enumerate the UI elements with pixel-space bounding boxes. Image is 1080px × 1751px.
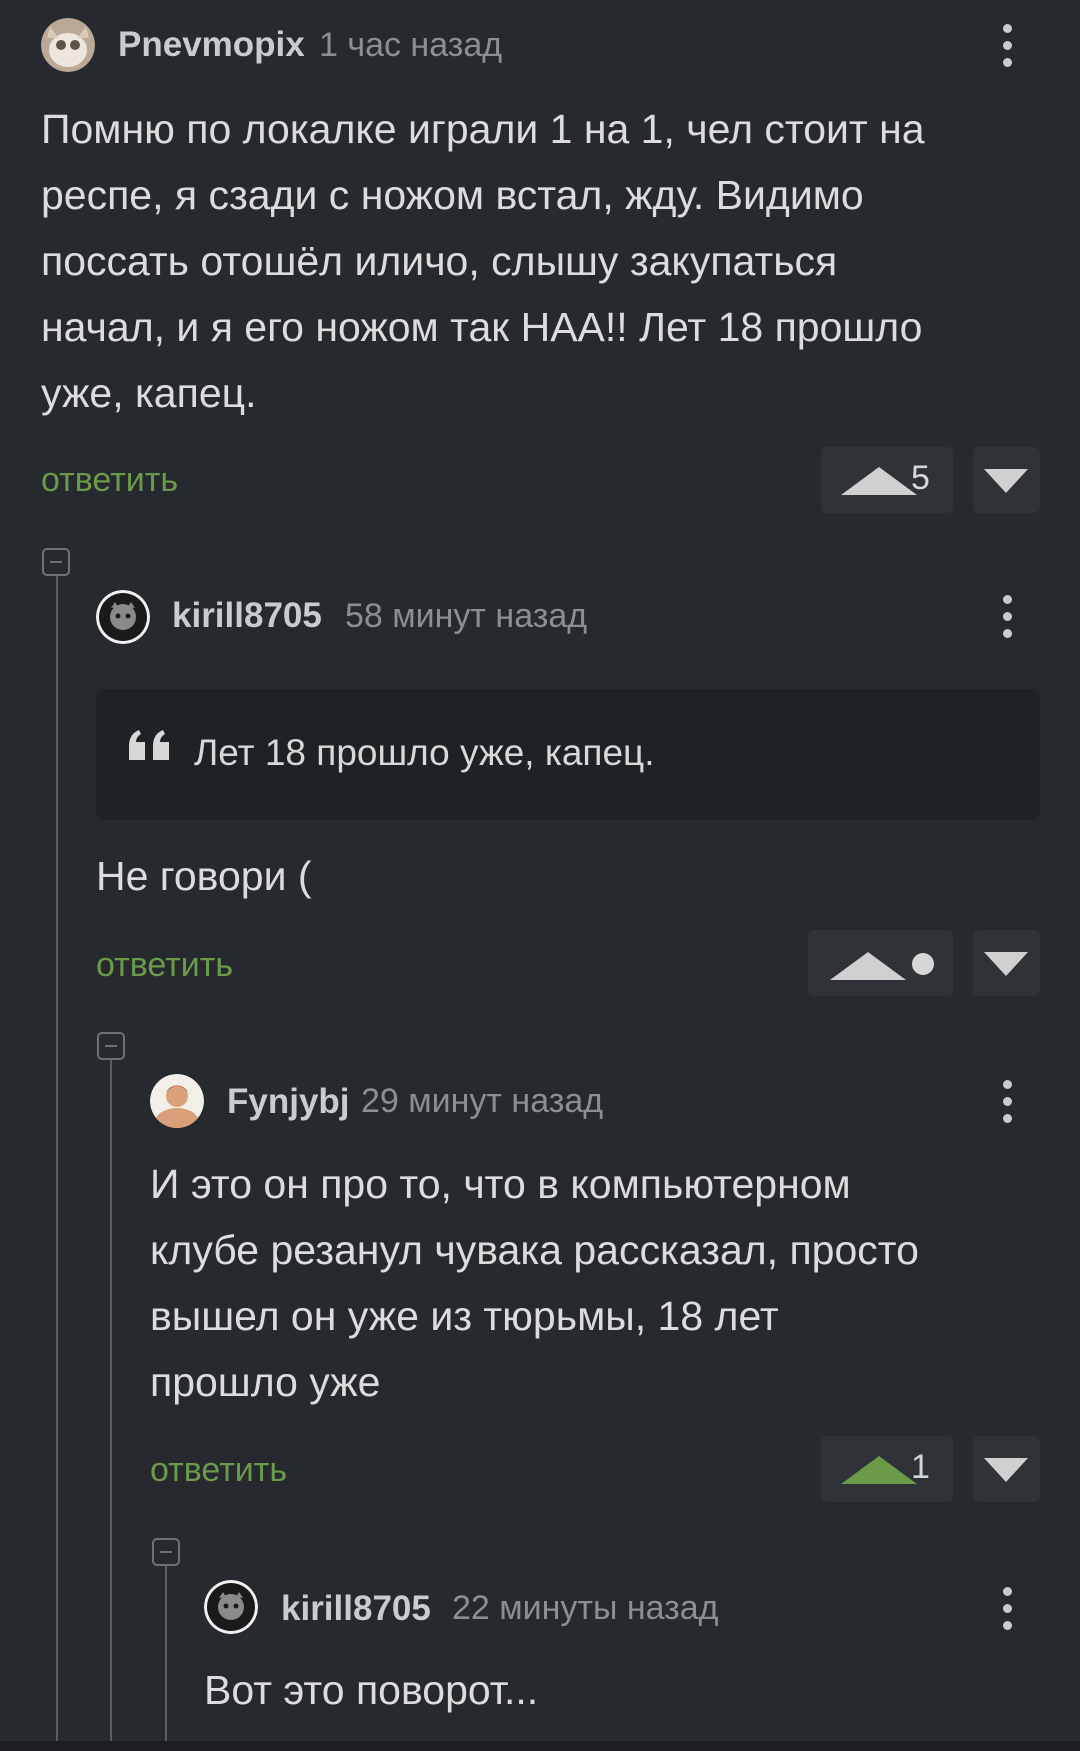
comment-line: клубе резанул чувака рассказал, просто (150, 1227, 919, 1273)
comment-line: Помню по локалке играли 1 на 1, чел стои… (41, 106, 925, 152)
reply-link[interactable]: ответить (41, 461, 178, 500)
comment-line: респе, я сзади с ножом встал, жду. Видим… (41, 172, 864, 218)
upvote-arrow-icon (830, 952, 906, 980)
comment-line: поссать отошёл иличо, слышу закупаться (41, 238, 838, 284)
comment-timestamp: 1 час назад (319, 26, 503, 64)
comment-text: Помню по локалке играли 1 на 1, чел стои… (41, 96, 1051, 426)
more-options-icon[interactable] (987, 587, 1027, 647)
comment-text: И это он про то, что в компьютерном клуб… (150, 1151, 1040, 1415)
downvote-arrow-icon (984, 952, 1028, 976)
thread-line-level-2 (110, 1058, 112, 1751)
quote-marks-icon (129, 730, 169, 760)
comment-timestamp: 29 минут назад (361, 1082, 604, 1120)
bottom-edge (0, 1741, 1080, 1751)
upvote-button[interactable]: 1 (821, 1436, 953, 1502)
comment-line: И это он про то, что в компьютерном (150, 1161, 851, 1207)
comment-line: уже, капец. (41, 370, 257, 416)
comment-username[interactable]: kirill8705 (281, 1589, 431, 1629)
vote-count-dot (912, 953, 934, 975)
downvote-arrow-icon (984, 1458, 1028, 1482)
upvote-arrow-icon (841, 1456, 917, 1484)
comment-username[interactable]: kirill8705 (172, 596, 322, 636)
quote-block: Лет 18 прошло уже, капец. (96, 689, 1040, 820)
thread-line-level-1 (56, 575, 58, 1751)
downvote-button[interactable] (973, 1436, 1040, 1502)
downvote-button[interactable] (973, 447, 1040, 513)
more-options-icon[interactable] (987, 1579, 1027, 1639)
avatar-kirill8705[interactable] (96, 590, 150, 644)
collapse-thread-button[interactable] (152, 1538, 180, 1566)
upvote-button[interactable]: 5 (821, 447, 953, 513)
downvote-button[interactable] (973, 930, 1040, 996)
thread-line-level-3 (165, 1564, 167, 1751)
avatar-kirill8705[interactable] (204, 1580, 258, 1634)
comment-line: вышел он уже из тюрьмы, 18 лет (150, 1293, 779, 1339)
comment-line: Вот это поворот... (204, 1667, 539, 1713)
comment-timestamp: 22 минуты назад (452, 1589, 719, 1627)
more-options-icon[interactable] (987, 1072, 1027, 1132)
collapse-thread-button[interactable] (97, 1032, 125, 1060)
comment-timestamp: 58 минут назад (345, 597, 588, 635)
reply-link[interactable]: ответить (96, 946, 233, 985)
comment-username[interactable]: Fynjybj (227, 1082, 350, 1122)
comment-line: начал, и я его ножом так НАА!! Лет 18 пр… (41, 304, 923, 350)
comment-username[interactable]: Pnevmopix (118, 25, 305, 65)
upvote-arrow-icon (841, 467, 917, 495)
vote-count: 1 (911, 1448, 930, 1486)
avatar-fynjybj[interactable] (150, 1074, 204, 1128)
reply-link[interactable]: ответить (150, 1451, 287, 1490)
downvote-arrow-icon (984, 469, 1028, 493)
comment-text: Вот это поворот... (204, 1657, 1034, 1723)
avatar-pnevmopix[interactable] (41, 18, 95, 72)
comment-line: прошло уже (150, 1359, 381, 1405)
upvote-button[interactable] (808, 930, 953, 996)
comment-line: Не говори ( (96, 853, 312, 899)
more-options-icon[interactable] (987, 16, 1027, 76)
comment-text: Не говори ( (96, 843, 1036, 909)
quote-text: Лет 18 прошло уже, капец. (194, 732, 655, 773)
collapse-thread-button[interactable] (42, 548, 70, 576)
vote-count: 5 (911, 459, 930, 497)
